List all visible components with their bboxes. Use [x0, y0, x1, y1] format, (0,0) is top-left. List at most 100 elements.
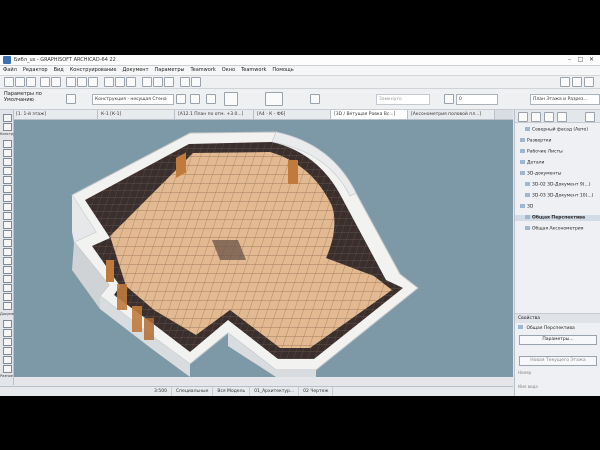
menu-design[interactable]: Конструирование [67, 66, 120, 75]
orbit-icon[interactable] [180, 77, 190, 87]
tree-item-3d-doc-9[interactable]: 3D-02 3D-Документ 9(...) [515, 182, 591, 188]
new-view-button[interactable]: Новая Текущего Этажа [519, 356, 597, 366]
menu-view[interactable]: Вид [51, 66, 67, 75]
lock-icon[interactable] [444, 94, 454, 104]
panel-menu-icon[interactable] [585, 112, 595, 122]
tree-item-3d-doc-10[interactable]: 3D-03 3D-Документ 10(...) [515, 193, 593, 199]
tree-item-axonometry[interactable]: Общая Аксонометрия [515, 226, 583, 232]
arrow-tool-icon[interactable] [3, 114, 12, 122]
tree-item-worksheets[interactable]: Рабочие Листы [515, 149, 563, 155]
layer-combination[interactable]: Специальные [172, 387, 214, 396]
wall-tool-icon[interactable] [66, 94, 76, 104]
dimension-style[interactable]: 02 Чертеж [299, 387, 334, 396]
tree-item-perspective[interactable]: Общая Перспектива [515, 215, 600, 221]
menu-file[interactable]: Файл [0, 66, 20, 75]
settings-button[interactable]: Параметры... [519, 335, 597, 345]
corner-window-icon[interactable] [3, 293, 12, 301]
mesh-tool-icon[interactable] [3, 230, 12, 238]
text-tool-icon[interactable] [3, 329, 12, 337]
shell-tool-icon[interactable] [3, 221, 12, 229]
roof-tool-icon[interactable] [3, 212, 12, 220]
wall-type-icon[interactable] [224, 92, 238, 106]
wall-tool-icon-2[interactable] [3, 140, 12, 148]
floor-link-icon[interactable] [310, 94, 320, 104]
menu-window[interactable]: Окно [219, 66, 238, 75]
wall-end-icon[interactable] [3, 302, 12, 310]
curtain-wall-tool-icon[interactable] [3, 257, 12, 265]
scale-value[interactable]: 3:500 [150, 387, 172, 396]
project-map-icon[interactable] [518, 112, 528, 122]
menu-document[interactable]: Документ [120, 66, 152, 75]
geometry-method-icon[interactable] [190, 94, 200, 104]
zone-tool-icon[interactable] [3, 194, 12, 202]
new-file-icon[interactable] [4, 77, 14, 87]
fill-tool-icon[interactable] [3, 347, 12, 355]
door-tool-icon[interactable] [3, 176, 12, 184]
properties-header[interactable]: Свойства [515, 313, 600, 323]
publisher-icon[interactable] [557, 112, 567, 122]
tree-item-interior-elevations[interactable]: Развертки [515, 138, 551, 144]
zoom-in-icon[interactable] [142, 77, 152, 87]
window-tool-icon[interactable] [3, 167, 12, 175]
railing-tool-icon[interactable] [3, 248, 12, 256]
object-tool-icon[interactable] [3, 185, 12, 193]
tree-item-3d[interactable]: 3D [515, 204, 533, 210]
maximize-button[interactable]: □ [576, 56, 585, 63]
section-icon[interactable] [126, 77, 136, 87]
tree-item-north-elevation[interactable]: Северный фасад (Авто) [515, 127, 588, 133]
tab-floor-1[interactable]: [1. 1-й этаж] [13, 110, 98, 119]
height-icon[interactable] [265, 92, 283, 106]
tree-item-details[interactable]: Детали [515, 160, 544, 166]
label-tool-icon[interactable] [3, 338, 12, 346]
layer-field[interactable]: Замкнуто [376, 94, 430, 105]
minimize-button[interactable]: – [565, 56, 574, 63]
lamp-tool-icon[interactable] [3, 275, 12, 283]
morph-tool-icon[interactable] [3, 266, 12, 274]
copy-icon[interactable] [77, 77, 87, 87]
save-icon[interactable] [26, 77, 36, 87]
menu-help[interactable]: Помощь [269, 66, 296, 75]
3d-view-icon[interactable] [115, 77, 125, 87]
marquee-tool-icon[interactable] [3, 123, 12, 131]
3d-viewport[interactable] [14, 120, 513, 377]
structure-dropdown[interactable]: Конструкция - несущая Стена [92, 94, 174, 105]
rotate-icon[interactable] [206, 94, 216, 104]
fit-window-icon[interactable] [164, 77, 174, 87]
tab-3d[interactable]: [3D / Ветущая Ровка Вс...] [331, 110, 408, 119]
paste-icon[interactable] [88, 77, 98, 87]
open-file-icon[interactable] [15, 77, 25, 87]
layers-icon[interactable] [560, 77, 570, 87]
layout-book-icon[interactable] [544, 112, 554, 122]
slab-tool-icon[interactable] [3, 203, 12, 211]
menu-teamwork[interactable]: Teamwork [187, 66, 218, 75]
undo-icon[interactable] [40, 77, 50, 87]
zoom-out-icon[interactable] [153, 77, 163, 87]
menu-edit[interactable]: Редактор [20, 66, 51, 75]
menu-options[interactable]: Параметры [152, 66, 188, 75]
stair-tool-icon[interactable] [3, 239, 12, 247]
pen-set[interactable]: 01_Архитектур... [250, 387, 300, 396]
dimension-tool-icon[interactable] [3, 320, 12, 328]
model-view[interactable]: Вся Модель [213, 387, 251, 396]
floor-plan-icon[interactable] [104, 77, 114, 87]
pan-icon[interactable] [191, 77, 201, 87]
line-tool-icon[interactable] [3, 356, 12, 364]
redo-icon[interactable] [51, 77, 61, 87]
reference-line-icon[interactable] [176, 94, 186, 104]
tab-a4[interactable]: [А4 - К - Ф6] [254, 110, 331, 119]
3d-model-render[interactable] [14, 120, 513, 377]
close-button[interactable]: ✕ [587, 56, 596, 63]
beam-tool-icon[interactable] [3, 158, 12, 166]
cut-icon[interactable] [66, 77, 76, 87]
tab-k1[interactable]: К-1 [К-1] [98, 110, 175, 119]
plan-dropdown[interactable]: План Этажа и Разрез... [530, 94, 600, 105]
pen-sets-icon[interactable] [572, 77, 582, 87]
arc-tool-icon[interactable] [3, 365, 12, 373]
menu-teamwork-2[interactable]: Teamwork [238, 66, 269, 75]
tab-axonometry[interactable]: [Аксонометрия половой пл...] [408, 110, 495, 119]
column-tool-icon[interactable] [3, 149, 12, 157]
elevation-field[interactable]: 0 [456, 94, 498, 105]
skylight-tool-icon[interactable] [3, 284, 12, 292]
settings-icon[interactable] [584, 77, 594, 87]
view-map-icon[interactable] [531, 112, 541, 122]
